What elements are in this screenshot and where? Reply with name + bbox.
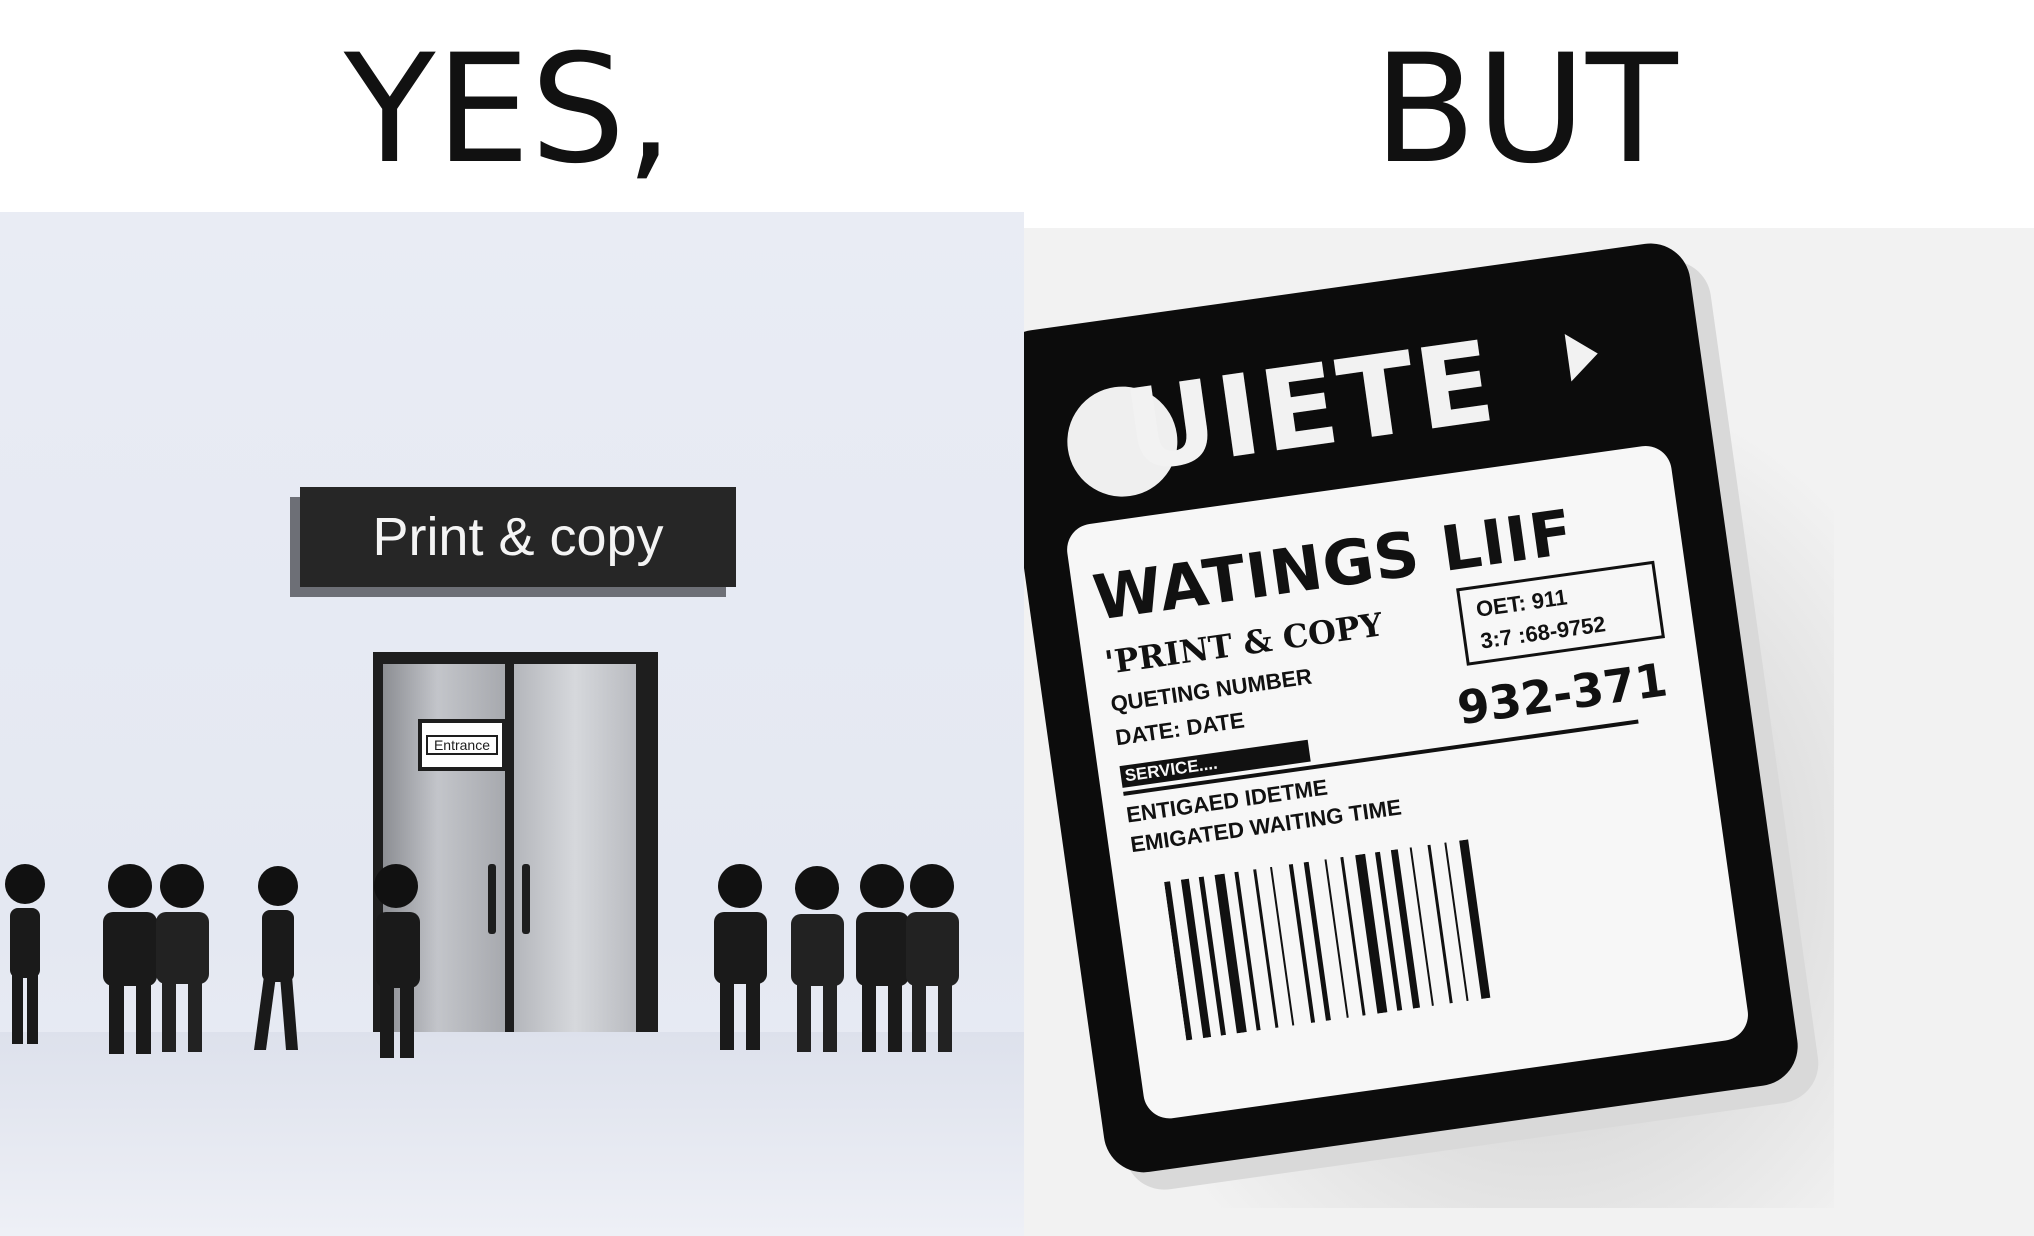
floor: [0, 1032, 1024, 1236]
door-handle-left[interactable]: [488, 864, 496, 934]
person-icon: [254, 866, 298, 1050]
ticket-brand: UIETE: [1117, 316, 1504, 498]
door-handle-right[interactable]: [522, 864, 530, 934]
door-right-panel[interactable]: [514, 664, 636, 1032]
queue-ticket[interactable]: UIETE WATINGS LIIF 'PRINT & COPY QUETING…: [1024, 233, 1847, 1207]
ticket-body: UIETE WATINGS LIIF 'PRINT & COPY QUETING…: [1024, 238, 1803, 1178]
queue-scene-panel: Print & copy Entrance: [0, 212, 1024, 1236]
person-icon: [5, 864, 45, 1044]
person-icon: [156, 864, 209, 1052]
barcode: [1164, 839, 1491, 1041]
print-copy-sign: Print & copy: [300, 487, 736, 587]
but-heading: BUT: [1373, 23, 1678, 197]
yes-heading: YES,: [343, 23, 674, 197]
person-icon: [906, 864, 959, 1052]
entrance-sign: Entrance: [418, 719, 506, 771]
arrow-right-icon: [1564, 329, 1602, 382]
person-icon: [714, 864, 767, 1050]
person-icon: [374, 864, 420, 1058]
person-icon: [791, 866, 844, 1052]
ticket-label: WATINGS LIIF 'PRINT & COPY QUETING NUMBE…: [1063, 442, 1752, 1122]
ticket-panel: UIETE WATINGS LIIF 'PRINT & COPY QUETING…: [1024, 228, 2034, 1236]
date-label: DATE: DATE: [1113, 707, 1246, 751]
entrance-sign-label: Entrance: [426, 735, 498, 755]
